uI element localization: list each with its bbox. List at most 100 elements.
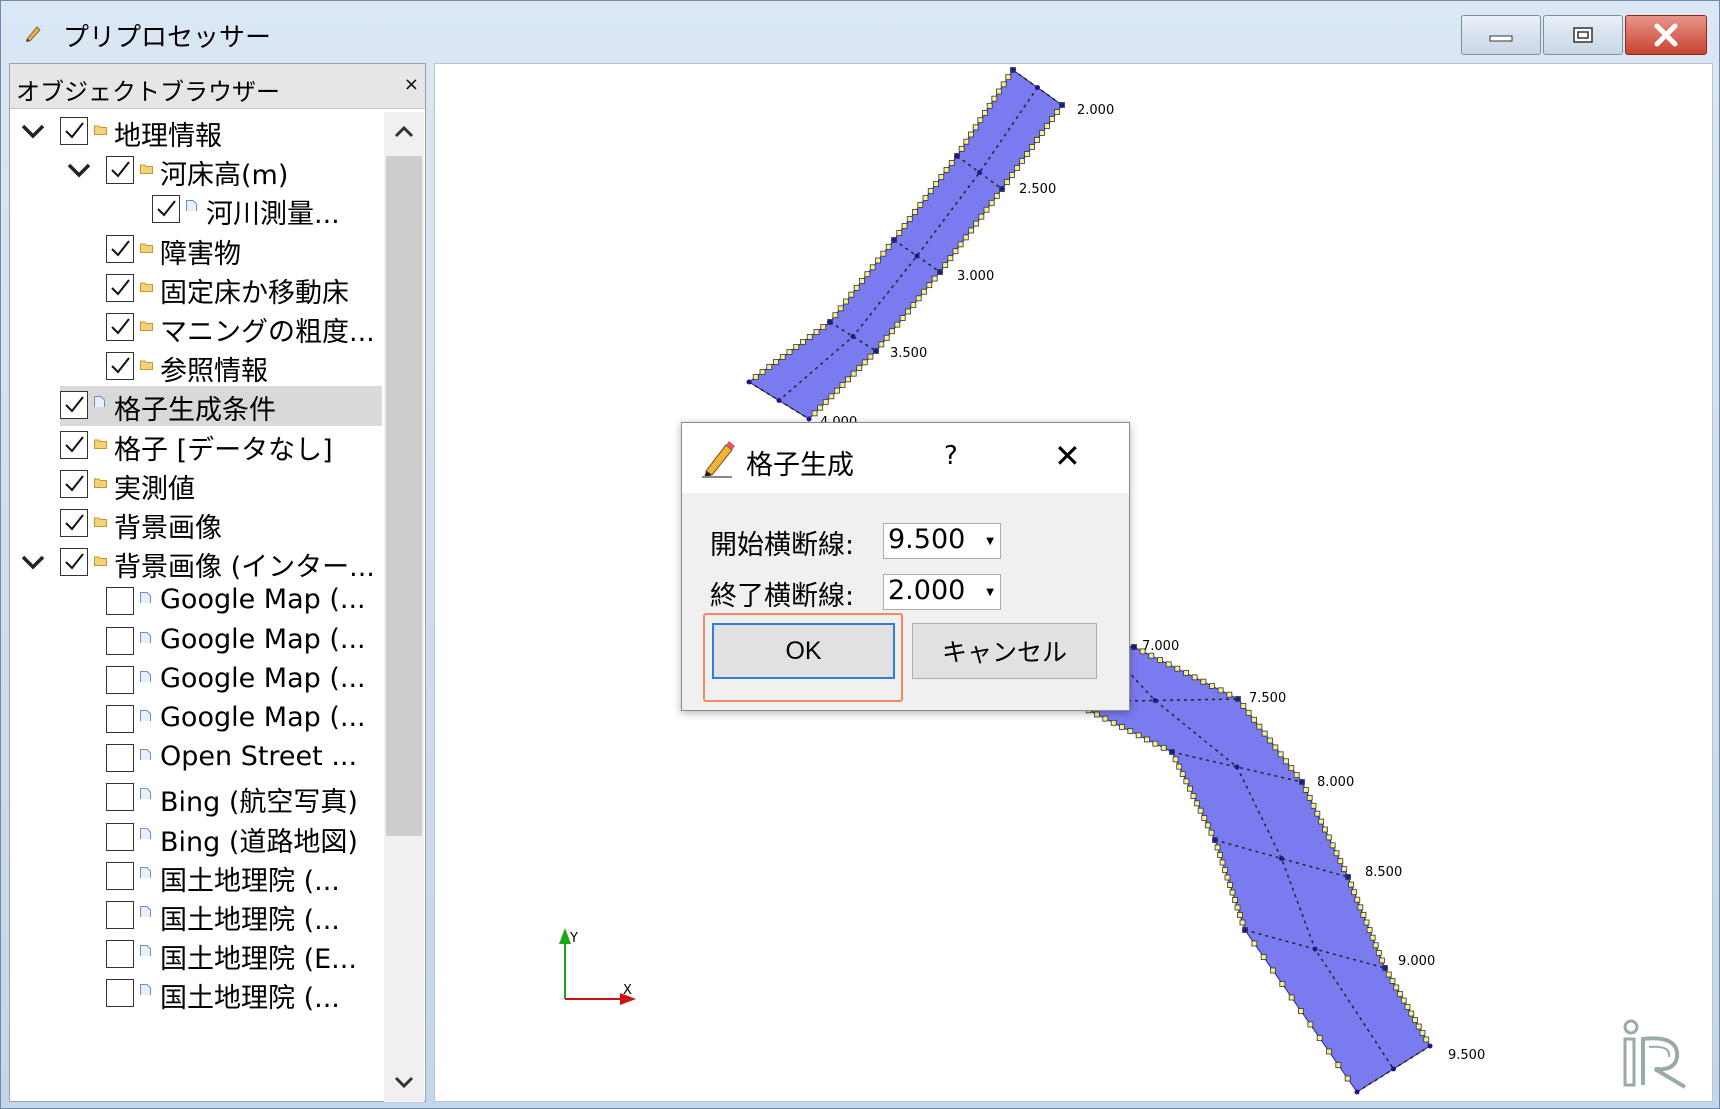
tree-item-label: Google Map (... bbox=[160, 584, 366, 616]
cancel-button[interactable]: キャンセル bbox=[912, 623, 1097, 679]
tree-item[interactable]: 格子 [データなし] bbox=[10, 426, 382, 466]
visibility-checkbox[interactable] bbox=[106, 273, 134, 302]
cross-section-node bbox=[873, 348, 879, 354]
visibility-checkbox[interactable] bbox=[106, 352, 134, 381]
cross-section-node bbox=[1234, 764, 1240, 770]
bank-point bbox=[817, 404, 824, 411]
tree-item[interactable]: Google Map (... bbox=[10, 582, 382, 622]
visibility-checkbox[interactable] bbox=[106, 940, 134, 969]
checkmark-icon bbox=[65, 475, 84, 492]
bank-point bbox=[912, 209, 918, 215]
object-browser-close-button[interactable]: × bbox=[404, 74, 419, 95]
visibility-checkbox[interactable] bbox=[106, 626, 134, 655]
visibility-checkbox[interactable] bbox=[60, 509, 88, 537]
visibility-checkbox[interactable] bbox=[106, 783, 134, 812]
visibility-checkbox[interactable] bbox=[106, 587, 134, 616]
tree-item[interactable]: 参照情報 bbox=[10, 347, 382, 387]
tree-item[interactable]: 国土地理院 (E... bbox=[10, 935, 382, 975]
bank-point bbox=[1310, 802, 1317, 809]
visibility-checkbox[interactable] bbox=[60, 117, 88, 145]
checkmark-icon bbox=[65, 435, 84, 453]
tree-item-label: Bing (航空写真) bbox=[160, 787, 358, 819]
visibility-checkbox[interactable] bbox=[106, 665, 134, 694]
close-button[interactable] bbox=[1625, 15, 1707, 55]
bank-point bbox=[773, 359, 779, 365]
dialog-close-button[interactable]: ✕ bbox=[1054, 437, 1081, 475]
bank-point bbox=[948, 160, 955, 166]
bank-point bbox=[1204, 822, 1211, 829]
cross-section-label: 8.500 bbox=[1365, 865, 1402, 880]
tree-item[interactable]: 国土地理院 (... bbox=[10, 896, 382, 936]
tree-scrollbar[interactable] bbox=[384, 112, 424, 1102]
bank-point bbox=[885, 243, 892, 250]
tree-item[interactable]: Google Map (... bbox=[10, 622, 382, 662]
tree-item[interactable]: 背景画像 bbox=[10, 504, 382, 544]
chevron-down-icon[interactable] bbox=[20, 549, 46, 575]
iric-logo-icon bbox=[1623, 1019, 1687, 1089]
bank-point bbox=[1400, 997, 1407, 1004]
visibility-checkbox[interactable] bbox=[106, 979, 134, 1008]
bank-point bbox=[1393, 984, 1400, 991]
chevron-down-icon[interactable] bbox=[20, 118, 46, 144]
tree-item[interactable]: 実測値 bbox=[10, 465, 382, 505]
bank-point bbox=[1219, 859, 1226, 866]
tree-item[interactable]: 河床高(m) bbox=[10, 151, 382, 191]
cross-section-node bbox=[977, 170, 982, 175]
start-cross-section-select[interactable]: 9.500 ▼ bbox=[883, 523, 1001, 559]
tree-item[interactable]: Open Street ... bbox=[10, 739, 382, 779]
tree-item[interactable]: Bing (航空写真) bbox=[10, 778, 382, 818]
bank-point bbox=[986, 102, 993, 109]
visibility-checkbox[interactable] bbox=[106, 744, 134, 773]
minimize-button[interactable] bbox=[1461, 15, 1541, 55]
bank-point bbox=[896, 230, 903, 236]
file-icon bbox=[186, 200, 197, 212]
tree-item[interactable]: 地理情報 bbox=[10, 112, 382, 152]
visibility-checkbox[interactable] bbox=[106, 313, 134, 341]
visibility-checkbox[interactable] bbox=[106, 705, 134, 733]
bank-point bbox=[1385, 971, 1392, 978]
bank-point bbox=[1217, 687, 1224, 694]
bank-point bbox=[894, 321, 901, 328]
tree-item[interactable]: マニングの粗度... bbox=[10, 308, 382, 348]
cross-section-node bbox=[999, 186, 1005, 192]
help-button[interactable]: ? bbox=[944, 441, 958, 471]
scroll-down-arrow-icon[interactable] bbox=[384, 1062, 424, 1102]
tree-item[interactable]: 障害物 bbox=[10, 230, 382, 270]
visibility-checkbox[interactable] bbox=[60, 548, 88, 577]
upper-mesh-region[interactable] bbox=[748, 69, 1063, 420]
cross-section-node bbox=[1169, 749, 1175, 755]
visibility-checkbox[interactable] bbox=[106, 822, 134, 851]
bank-point bbox=[1227, 882, 1233, 888]
visibility-checkbox[interactable] bbox=[106, 234, 134, 263]
tree-item[interactable]: Google Map (... bbox=[10, 661, 382, 701]
tree-item[interactable]: 国土地理院 (... bbox=[10, 974, 382, 1014]
visibility-checkbox[interactable] bbox=[152, 195, 180, 224]
tree-item[interactable]: 固定床か移動床 bbox=[10, 269, 382, 309]
visibility-checkbox[interactable] bbox=[60, 430, 88, 459]
bank-point bbox=[947, 255, 954, 262]
tree-item[interactable]: Bing (道路地図) bbox=[10, 818, 382, 858]
cross-section-node bbox=[1345, 874, 1351, 880]
tree-item-label: マニングの粗度... bbox=[160, 317, 375, 348]
bank-point bbox=[1272, 744, 1279, 751]
end-cross-section-select[interactable]: 2.000 ▼ bbox=[883, 574, 1001, 610]
scroll-up-arrow-icon[interactable] bbox=[384, 112, 424, 152]
tree-item[interactable]: 背景画像 (インター... bbox=[10, 543, 382, 583]
ok-button[interactable]: OK bbox=[712, 623, 895, 679]
bank-point bbox=[875, 257, 881, 264]
visibility-checkbox[interactable] bbox=[106, 156, 134, 185]
bank-point bbox=[1240, 703, 1247, 709]
restore-button[interactable] bbox=[1543, 15, 1623, 55]
visibility-checkbox[interactable] bbox=[106, 861, 134, 890]
tree-item[interactable]: 河川測量... bbox=[10, 190, 382, 230]
visibility-checkbox[interactable] bbox=[60, 469, 88, 498]
visibility-checkbox[interactable] bbox=[106, 901, 134, 929]
chevron-down-icon[interactable] bbox=[66, 157, 92, 183]
scroll-thumb[interactable] bbox=[386, 156, 422, 836]
tree-item[interactable]: Google Map (... bbox=[10, 700, 382, 740]
axis-y-label: Y bbox=[569, 931, 578, 946]
bank-point bbox=[1209, 683, 1215, 689]
visibility-checkbox[interactable] bbox=[60, 391, 88, 420]
tree-item[interactable]: 国土地理院 (... bbox=[10, 857, 382, 897]
tree-item[interactable]: 格子生成条件 bbox=[10, 386, 382, 427]
